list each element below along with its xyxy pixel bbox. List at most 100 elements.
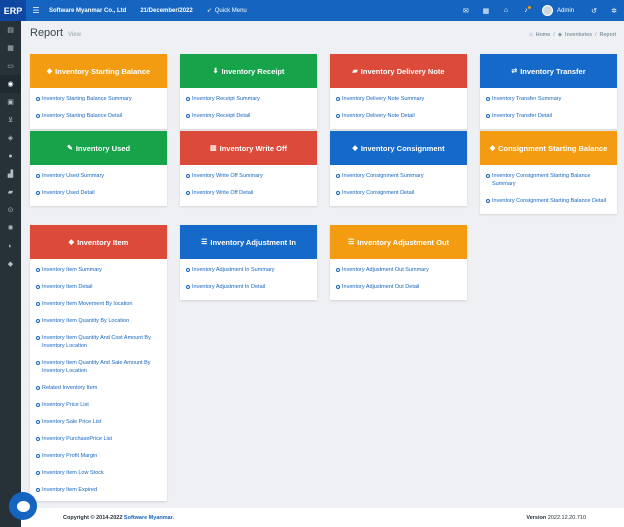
circle-icon (36, 285, 40, 289)
cubes-icon: ◆ (352, 145, 358, 152)
bell-icon[interactable]: ♪ (516, 6, 536, 14)
circle-icon (36, 319, 40, 323)
sidebar-item-purchase[interactable]: ▣ (0, 93, 21, 111)
report-link[interactable]: Inventory Consignment Starting Balance S… (486, 168, 611, 193)
circle-icon (36, 302, 40, 306)
link-label: Inventory Transfer Detail (492, 113, 552, 119)
sidebar-item-dashboard[interactable]: ▤ (0, 21, 21, 39)
report-link[interactable]: Inventory Transfer Summary (486, 91, 611, 108)
breadcrumb-module[interactable]: Inventories (565, 32, 592, 38)
rocket-icon: ➶ (206, 8, 212, 14)
report-link[interactable]: Inventory Starting Balance Summary (36, 91, 161, 108)
report-link[interactable]: Inventory Adjustment Out Summary (336, 262, 461, 279)
report-link[interactable]: Inventory Item Expired (36, 482, 161, 499)
card-header: ✎ Inventory Used (30, 131, 167, 165)
report-link[interactable]: Inventory Item Detail (36, 279, 161, 296)
sidebar: ▤ ▦ ▭ ◉ ▣ ⊻ ◈ ● ▟ ▰ ⊙ ✺ ◐ ◆ (0, 21, 21, 527)
sliders-icon: ☰ (347, 239, 355, 246)
circle-icon (486, 199, 490, 203)
report-link[interactable]: Inventory Delivery Note Summary (336, 91, 461, 108)
report-link[interactable]: Inventory Receipt Detail (186, 108, 311, 125)
logout-icon[interactable]: ↺ (584, 7, 604, 15)
report-link[interactable]: Inventory Used Detail (36, 185, 161, 202)
report-link[interactable]: Related Inventory Item (36, 380, 161, 397)
report-link[interactable]: Inventory Transfer Detail (486, 108, 611, 125)
circle-icon (336, 174, 340, 178)
menu-toggle-icon[interactable]: ☰ (26, 6, 46, 15)
report-link[interactable]: Inventory Profit Margin (36, 448, 161, 465)
card-title: Inventory Consignment (360, 143, 445, 153)
card-header: ☰ Inventory Adjustment In (180, 225, 317, 259)
home-icon: ⌂ (529, 32, 533, 38)
report-link[interactable]: Inventory PurchasePrice List (36, 431, 161, 448)
calculator-icon[interactable]: ▦ (476, 7, 496, 15)
link-label: Inventory Consignment Starting Balance S… (492, 173, 591, 187)
report-link[interactable]: Inventory Write Off Detail (186, 185, 311, 202)
chat-icon[interactable]: ✉ (456, 7, 476, 15)
sidebar-item-sales[interactable]: ◈ (0, 129, 21, 147)
report-link[interactable]: Inventory Adjustment Out Detail (336, 279, 461, 296)
link-label: Inventory Price List (42, 402, 89, 408)
report-link[interactable]: Inventory Consignment Starting Balance D… (486, 193, 611, 210)
report-link[interactable]: Inventory Item Quantity And Sale Amount … (36, 355, 161, 380)
link-label: Inventory Delivery Note Detail (342, 113, 415, 119)
truck-icon: ▰ (352, 68, 358, 75)
card-consignment: ◆ Inventory Consignment Inventory Consig… (330, 131, 467, 206)
gear-icon[interactable]: ✲ (604, 7, 624, 15)
chat-launcher-button[interactable] (9, 492, 37, 520)
sliders-icon: ☰ (201, 239, 208, 246)
user-menu[interactable]: Admin (541, 5, 574, 16)
sidebar-item-factory[interactable]: ▟ (0, 165, 21, 183)
breadcrumb-separator: / (594, 32, 597, 38)
quick-menu-button[interactable]: ➶ Quick Menu (206, 7, 247, 15)
notification-dot (527, 6, 531, 9)
card-header: ◆ Consignment Starting Balance (480, 131, 617, 165)
sidebar-item-cart[interactable]: ⊻ (0, 111, 21, 129)
link-label: Inventory Receipt Detail (192, 113, 251, 119)
report-link[interactable]: Inventory Adjustment In Summary (186, 262, 311, 279)
report-link[interactable]: Inventory Item Quantity And Cost Amount … (36, 330, 161, 355)
link-label: Related Inventory Item (42, 385, 98, 391)
top-navbar: ERP ☰ Software Myanmar Co., Ltd 21/Decem… (0, 0, 624, 21)
link-label: Inventory Consignment Summary (342, 173, 424, 179)
sidebar-item-cards[interactable]: ▭ (0, 57, 21, 75)
report-link[interactable]: Inventory Adjustment In Detail (186, 279, 311, 296)
report-link[interactable]: Inventory Delivery Note Detail (336, 108, 461, 125)
link-label: Inventory Used Summary (42, 173, 105, 179)
report-link[interactable]: Inventory Price List (36, 397, 161, 414)
report-link[interactable]: Inventory Sale Price List (36, 414, 161, 431)
circle-icon (336, 268, 340, 272)
circle-icon (36, 191, 40, 195)
version-info: Version 2022.12.20.710 (526, 515, 586, 521)
footer: Copyright © 2014-2022 Software Myanmar. … (21, 508, 624, 527)
sidebar-item-settings[interactable]: ✺ (0, 219, 21, 237)
link-label: Inventory Starting Balance Detail (42, 113, 123, 119)
brand-logo[interactable]: ERP (0, 0, 26, 21)
home-icon[interactable]: ⌂ (496, 7, 516, 14)
link-label: Inventory Write Off Detail (192, 190, 254, 196)
company-link[interactable]: Software Myanmar. (124, 515, 174, 521)
version-label: Version (526, 514, 547, 521)
report-link[interactable]: Inventory Write Off Summary (186, 168, 311, 185)
report-link[interactable]: Inventory Consignment Detail (336, 185, 461, 202)
report-link[interactable]: Inventory Item Low Stock (36, 465, 161, 482)
circle-icon (486, 97, 490, 101)
report-link[interactable]: Inventory Item Movement By location (36, 296, 161, 313)
sidebar-item-reports[interactable]: ⊙ (0, 201, 21, 219)
link-label: Inventory Transfer Summary (492, 96, 562, 102)
report-link[interactable]: Inventory Receipt Summary (186, 91, 311, 108)
report-link[interactable]: Inventory Starting Balance Detail (36, 108, 161, 125)
report-link[interactable]: Inventory Item Summary (36, 262, 161, 279)
sidebar-item-inventory[interactable]: ◉ (0, 75, 21, 93)
card-adjustment-in: ☰ Inventory Adjustment In Inventory Adju… (180, 225, 317, 300)
card-starting-balance: ◆ Inventory Starting Balance Inventory S… (30, 54, 167, 129)
sidebar-item-calculator[interactable]: ▦ (0, 39, 21, 57)
sidebar-item-people[interactable]: ◐ (0, 237, 21, 255)
report-link[interactable]: Inventory Item Quantity By Location (36, 313, 161, 330)
sidebar-item-ledger[interactable]: ▰ (0, 183, 21, 201)
sidebar-item-messages[interactable]: ◆ (0, 255, 21, 273)
sidebar-item-users[interactable]: ● (0, 147, 21, 165)
breadcrumb-home[interactable]: Home (536, 32, 551, 38)
report-link[interactable]: Inventory Consignment Summary (336, 168, 461, 185)
report-link[interactable]: Inventory Used Summary (36, 168, 161, 185)
